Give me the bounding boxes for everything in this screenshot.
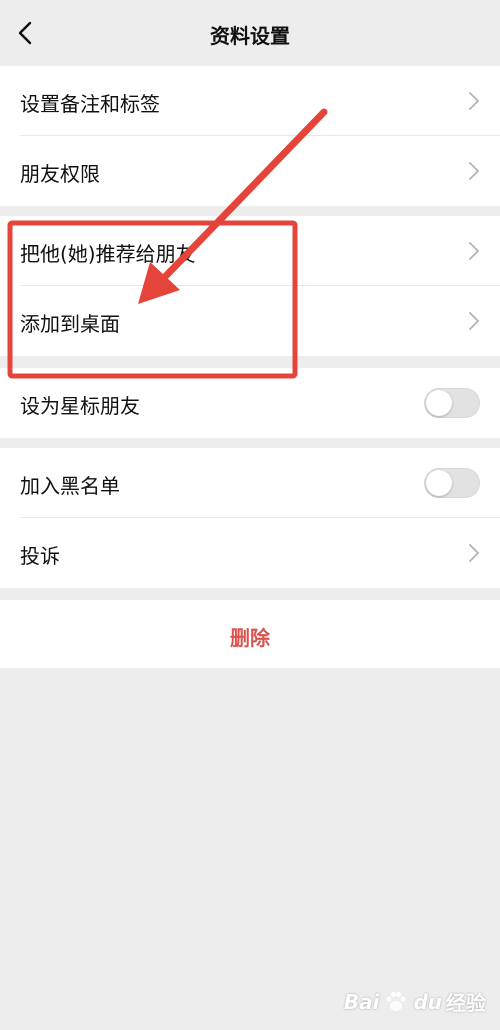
nav-bar: 资料设置 xyxy=(0,0,500,66)
settings-item-label: 添加到桌面 xyxy=(20,312,120,336)
delete-group: 删除 xyxy=(0,600,500,668)
settings-item-complain[interactable]: 投诉 xyxy=(0,518,500,588)
settings-group-block: 加入黑名单 投诉 xyxy=(0,448,500,588)
settings-item-recommend-to-friend[interactable]: 把他(她)推荐给朋友 xyxy=(0,216,500,286)
settings-item-label: 把他(她)推荐给朋友 xyxy=(20,242,196,266)
settings-group-star: 设为星标朋友 xyxy=(0,368,500,438)
settings-item-star-friend: 设为星标朋友 xyxy=(0,368,500,438)
page-title: 资料设置 xyxy=(210,24,290,48)
delete-button[interactable]: 删除 xyxy=(0,600,500,668)
settings-item-friend-permissions[interactable]: 朋友权限 xyxy=(0,136,500,206)
watermark-text-jingyan: 经验 xyxy=(446,991,486,1015)
settings-item-add-to-desktop[interactable]: 添加到桌面 xyxy=(0,286,500,356)
chevron-right-icon xyxy=(469,242,479,260)
chevron-right-icon xyxy=(469,312,479,330)
chevron-right-icon xyxy=(469,544,479,562)
settings-item-label: 朋友权限 xyxy=(20,162,100,186)
settings-item-label: 设为星标朋友 xyxy=(20,394,140,418)
chevron-right-icon xyxy=(469,162,479,180)
toggle-knob xyxy=(426,390,452,416)
star-friend-toggle[interactable] xyxy=(424,388,480,418)
watermark-text-bai: Bai xyxy=(343,989,380,1014)
settings-item-remarks-tags[interactable]: 设置备注和标签 xyxy=(0,66,500,136)
chevron-right-icon xyxy=(469,92,479,110)
blacklist-toggle[interactable] xyxy=(424,468,480,498)
settings-item-label: 投诉 xyxy=(20,544,60,568)
settings-group-remarks: 设置备注和标签 朋友权限 xyxy=(0,66,500,206)
paw-icon xyxy=(386,991,407,1011)
settings-item-label: 设置备注和标签 xyxy=(20,92,160,116)
baidu-jingyan-watermark: Bai du 经验 xyxy=(344,987,486,1016)
settings-item-blacklist: 加入黑名单 xyxy=(0,448,500,518)
watermark-text-du: du xyxy=(413,989,442,1014)
settings-group-share: 把他(她)推荐给朋友 添加到桌面 xyxy=(0,216,500,356)
settings-item-label: 加入黑名单 xyxy=(20,474,120,498)
toggle-knob xyxy=(426,470,452,496)
delete-label: 删除 xyxy=(230,626,270,650)
